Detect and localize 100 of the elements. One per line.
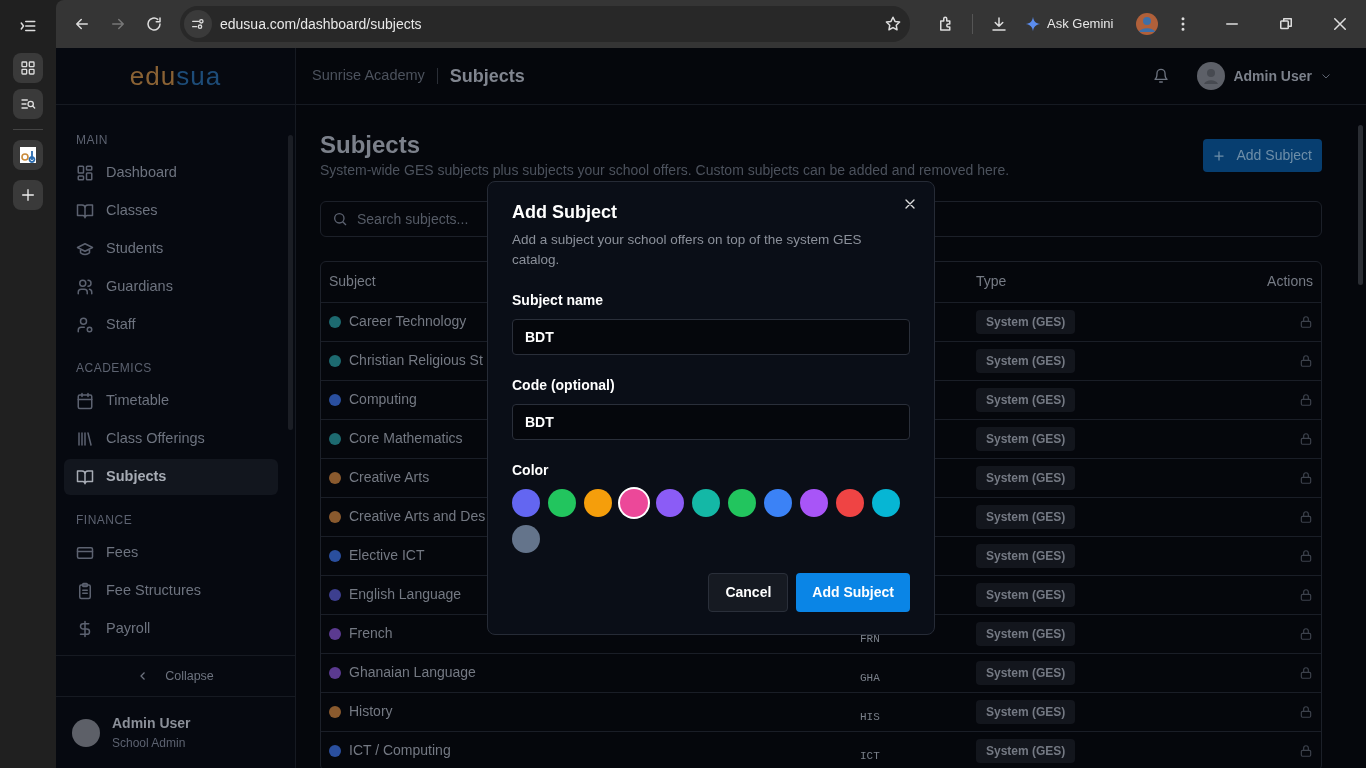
logo: edusua [56,48,295,105]
dialog-description: Add a subject your school offers on top of the system GES catalog. [512,230,863,269]
graduation-cap-icon [76,240,94,258]
site-info-icon[interactable] [190,16,206,32]
color-swatch[interactable] [512,525,540,554]
type-tag: System (GES) [976,309,1076,334]
subject-name: Christian Religious St [349,351,483,371]
sidebar-item[interactable]: Dashboard [64,155,278,191]
sidebar-item[interactable]: Timetable [64,383,278,419]
lock-icon [1299,665,1313,680]
sidebar-item[interactable]: Staff [64,307,278,343]
users-icon [76,278,94,296]
lock-icon [1299,509,1313,524]
calendar-icon [76,392,94,410]
subject-code: HIS [860,709,880,725]
sidebar-item[interactable]: Fees [64,535,278,571]
input-field[interactable]: BDT [512,319,910,356]
section-heading: FINANCE [75,512,134,529]
add-subject-button[interactable]: Add Subject [1202,139,1322,172]
subject-name: History [349,702,393,722]
dialog-title: Add Subject [512,202,618,224]
type-tag: System (GES) [976,348,1076,373]
subject-name: French [349,624,393,644]
type-tag: System (GES) [976,582,1076,607]
subject-name: English Language [349,585,462,605]
field-label: Color [512,461,550,481]
subject-code: ICT [860,748,880,764]
sparkle-icon [1025,16,1041,32]
plus-icon[interactable] [20,187,36,203]
sidebar-item[interactable]: Classes [64,193,278,229]
dashboard-icon [76,164,94,182]
subject-name: Creative Arts [349,468,430,488]
sidebar-item[interactable]: Students [64,231,278,267]
bell-icon[interactable] [1153,68,1170,84]
lock-icon [1299,431,1313,446]
search-tabs-icon[interactable] [20,96,36,112]
field-label: Subject name [512,291,605,311]
cancel-button[interactable]: Cancel [708,573,789,613]
page-subtitle: System-wide GES subjects plus subjects your school offers. Custom subjects can be added and removed here. [320,160,1010,180]
sidebar-item[interactable]: Class Offerings [64,421,278,457]
submit-button[interactable]: Add Subject [796,573,910,613]
apps-icon[interactable] [20,60,36,76]
color-swatch[interactable] [800,489,828,518]
type-tag: System (GES) [976,387,1076,412]
user-menu[interactable]: Admin User [1191,61,1338,91]
input-field[interactable]: BDT [512,404,910,441]
lock-icon [1299,392,1313,407]
subject-name: Ghanaian Language [349,663,476,683]
subject-name: Computing [349,390,417,410]
sidebar-item[interactable]: Guardians [64,269,278,305]
subject-code: GHA [860,670,880,686]
user-role: School Admin [112,735,187,752]
type-tag: System (GES) [976,738,1076,763]
sidebar-item[interactable]: Subjects [64,459,278,495]
subject-name: ICT / Computing [349,741,451,761]
breadcrumb-link[interactable]: Sunrise Academy [312,65,425,87]
type-tag: System (GES) [976,426,1076,451]
lock-icon [1299,353,1313,368]
profile-avatar[interactable] [1136,13,1159,35]
favicon-icon[interactable] [20,147,36,163]
color-swatch[interactable] [620,489,648,518]
star-icon[interactable] [884,15,902,33]
type-tag: System (GES) [976,660,1076,685]
page-heading: Subjects [449,64,525,88]
type-tag: System (GES) [976,543,1076,568]
lock-icon [1299,314,1313,329]
credit-card-icon [76,544,94,562]
sidebar-item[interactable]: Payroll [64,611,278,647]
color-swatch[interactable] [584,489,612,518]
page-title: Subjects [320,131,422,160]
type-tag: System (GES) [976,621,1076,646]
subject-name: Creative Arts and Des [349,507,486,527]
color-swatch[interactable] [656,489,684,518]
color-swatch[interactable] [692,489,720,518]
lock-icon [1299,587,1313,602]
color-swatch[interactable] [728,489,756,518]
subject-name: Elective ICT [349,546,425,566]
sidebar-item[interactable]: Fee Structures [64,573,278,609]
clipboard-icon [76,582,94,600]
lock-icon [1299,548,1313,563]
download-icon[interactable] [990,15,1008,33]
color-swatch[interactable] [872,489,900,518]
color-swatch[interactable] [764,489,792,518]
plus-icon [1212,149,1225,162]
assistant-button[interactable]: Ask Gemini [1019,10,1120,38]
search-icon [332,210,348,227]
field-label: Code (optional) [512,376,616,396]
color-swatch[interactable] [548,489,576,518]
library-icon [76,430,94,448]
section-heading: ACADEMICS [75,360,153,377]
book-icon [76,202,94,220]
lock-icon [1299,626,1313,641]
close-icon[interactable] [1331,15,1349,33]
column-header: Type [976,272,1008,292]
book-icon [76,468,94,486]
reload-icon[interactable] [145,15,163,33]
collapse-button[interactable]: Collapse [131,665,220,687]
color-swatch[interactable] [836,489,864,518]
color-swatch[interactable] [512,489,540,518]
section-heading: MAIN [75,132,109,149]
